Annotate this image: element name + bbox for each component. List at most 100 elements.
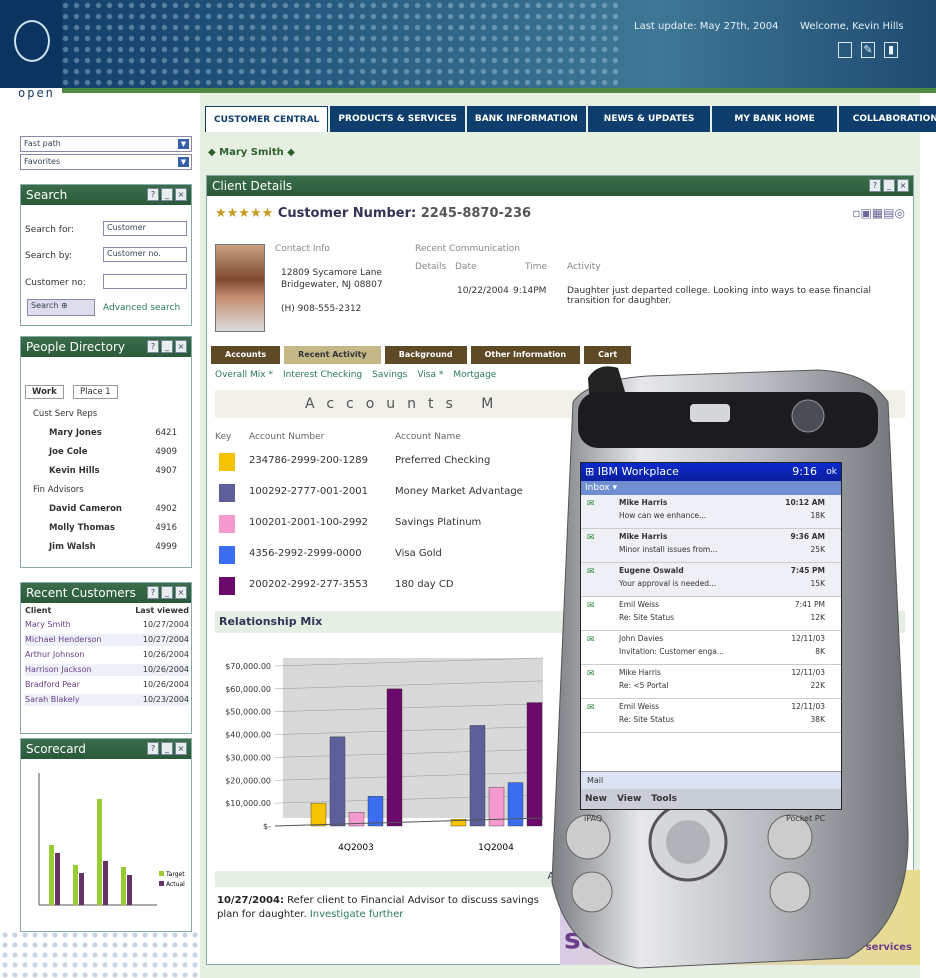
help-icon[interactable]: ? [869,179,881,192]
directory-row[interactable]: Fin Advisors [27,485,177,495]
directory-row[interactable]: Cust Serv Reps [27,409,177,419]
close-icon[interactable]: × [175,586,187,599]
mail-list: ✉ Mike Harris 10:12 AM How can we enhance..… [581,495,841,733]
tab-customer-central[interactable]: CUSTOMER CENTRAL [205,106,329,132]
customer-number-label: Customer Number: [277,206,417,221]
windows-start-icon[interactable]: ⊞ [585,465,594,478]
search-for-select[interactable]: Customer [103,221,187,236]
recent-customer-row[interactable]: Harrison Jackson 10/26/2004 [25,664,189,676]
advanced-search-link[interactable]: Advanced search [103,303,180,313]
directory-row[interactable]: Kevin Hills 4907 [27,466,177,476]
help-icon[interactable]: ? [147,188,159,201]
minimize-icon[interactable]: _ [883,179,895,192]
help-icon[interactable]: ? [147,586,159,599]
menu-view[interactable]: View [617,789,641,809]
itab-interest-checking[interactable]: Interest Checking [283,370,362,380]
scorecard-bar [127,875,132,905]
directory-row[interactable]: Mary Jones 6421 [27,428,177,438]
subtab-recent-activity[interactable]: Recent Activity [284,346,381,364]
pda-bottom-tabs[interactable]: Mail [581,771,841,789]
mail-item[interactable]: ✉ John Davies 12/11/03 Invitation: Customer… [581,631,841,665]
favorites-select[interactable]: Favorites ▼ [20,154,192,170]
account-row[interactable]: 234786-2999-200-1289 Preferred Checking [215,448,545,474]
mail-item[interactable]: ✉ Mike Harris 12/11/03 Re: <5 Portal 22K [581,665,841,699]
window-icon[interactable] [838,42,852,58]
tab-news-updates[interactable]: NEWS & UPDATES [587,106,711,132]
mail-item[interactable]: ✉ Mike Harris 9:36 AM Minor install issues … [581,529,841,563]
mail-item[interactable]: ✉ Eugene Oswald 7:45 PM Your approval is ne… [581,563,841,597]
inbox-dropdown[interactable]: Inbox ▾ [581,481,841,495]
close-icon[interactable]: × [175,188,187,201]
investigate-link[interactable]: Investigate further [310,909,404,920]
menu-new[interactable]: New [585,789,607,809]
search-button[interactable]: Search ⊕ [27,299,95,316]
edit-icon[interactable]: ✎ [861,42,875,58]
breadcrumb[interactable]: ◆ Mary Smith ◆ [208,147,295,158]
tab-products-services[interactable]: PRODUCTS & SERVICES [330,106,465,132]
search-by-select[interactable]: Customer no. [103,247,187,262]
mail-item[interactable]: ✉ Emil Weiss 12/11/03 Re: Site Status 38K [581,699,841,733]
address-line-1: 12809 Sycamore Lane [281,268,382,278]
x-tick-label: 1Q2004 [478,843,514,853]
recent-customer-row[interactable]: Michael Henderson 10/27/2004 [25,634,189,646]
minimize-icon[interactable]: _ [161,586,173,599]
itab-visa[interactable]: Visa * [417,370,443,380]
help-icon[interactable]: ? [147,340,159,353]
itab-mortgage[interactable]: Mortgage [453,370,496,380]
recent-customer-row[interactable]: Sarah Blakely 10/23/2004 [25,694,189,706]
menu-tools[interactable]: Tools [651,789,677,809]
mail-item[interactable]: ✉ Emil Weiss 7:41 PM Re: Site Status 12K [581,597,841,631]
rating-stars: ★★★★★ [215,206,274,221]
tab-work[interactable]: Work [25,385,64,399]
account-color-swatch [219,546,235,564]
directory-row[interactable]: Jim Walsh 4999 [27,542,177,552]
directory-row[interactable]: Joe Cole 4909 [27,447,177,457]
tab-collaboration[interactable]: COLLABORATION [838,106,936,132]
fast-path-select[interactable]: Fast path ▼ [20,136,192,152]
people-title: People Directory [26,340,125,354]
recent-customer-row[interactable]: Bradford Pear 10/26/2004 [25,679,189,691]
recent-customer-row[interactable]: Arthur Johnson 10/26/2004 [25,649,189,661]
toolbar-icons[interactable]: ▫▣▦▤◎ [852,206,905,220]
account-row[interactable]: 100201-2001-100-2992 Savings Platinum [215,510,545,536]
pda-menu-bar: New View Tools [581,789,841,809]
account-row[interactable]: 200202-2992-277-3553 180 day CD [215,572,545,598]
tab-bank-information[interactable]: BANK INFORMATION [466,106,586,132]
minimize-icon[interactable]: _ [161,188,173,201]
subtab-background[interactable]: Background [384,346,467,364]
account-row[interactable]: 4356-2992-2999-0000 Visa Gold [215,541,545,567]
customer-no-input[interactable] [103,274,187,289]
col-time: Time [525,262,548,272]
close-icon[interactable]: × [175,340,187,353]
minimize-icon[interactable]: _ [161,340,173,353]
scorecard-bar [97,799,102,905]
directory-row[interactable]: Molly Thomas 4916 [27,523,177,533]
col-key: Key [215,432,232,442]
pda-ok-button[interactable]: ok [826,463,837,481]
itab-savings[interactable]: Savings [372,370,407,380]
account-tabs: Overall Mix * Interest Checking Savings … [215,370,496,380]
tab-place[interactable]: Place 1 [73,385,118,399]
help-icon[interactable]: ? [147,742,159,755]
subtab-accounts[interactable]: Accounts [211,346,281,364]
mail-tab[interactable]: Mail [587,776,603,785]
account-row[interactable]: 100292-2777-001-2001 Money Market Advanta… [215,479,545,505]
recent-customer-row[interactable]: Mary Smith 10/27/2004 [25,619,189,631]
minimize-icon[interactable]: _ [161,742,173,755]
close-icon[interactable]: × [175,742,187,755]
directory-row[interactable]: David Cameron 4902 [27,504,177,514]
close-icon[interactable]: × [897,179,909,192]
pda-clock: 9:16 [792,465,817,478]
itab-overall-mix[interactable]: Overall Mix * [215,370,273,380]
recent-date: 10/26/2004 [142,665,189,674]
pda-screen: ⊞ IBM Workplace 9:16 ok Inbox ▾ ✉ Mike Ha… [580,462,842,810]
mail-item[interactable]: ✉ Mike Harris 10:12 AM How can we enhance..… [581,495,841,529]
y-tick-label: $50,000.00 [225,708,271,717]
x-tick-label: 4Q2003 [338,843,374,853]
account-color-swatch [219,453,235,471]
header-pattern [60,0,620,88]
recent-client-name: Arthur Johnson [25,650,85,659]
tab-my-bank-home[interactable]: MY BANK HOME [712,106,837,132]
logout-icon[interactable]: ▮ [884,42,898,58]
account-number: 200202-2992-277-3553 [249,579,368,590]
